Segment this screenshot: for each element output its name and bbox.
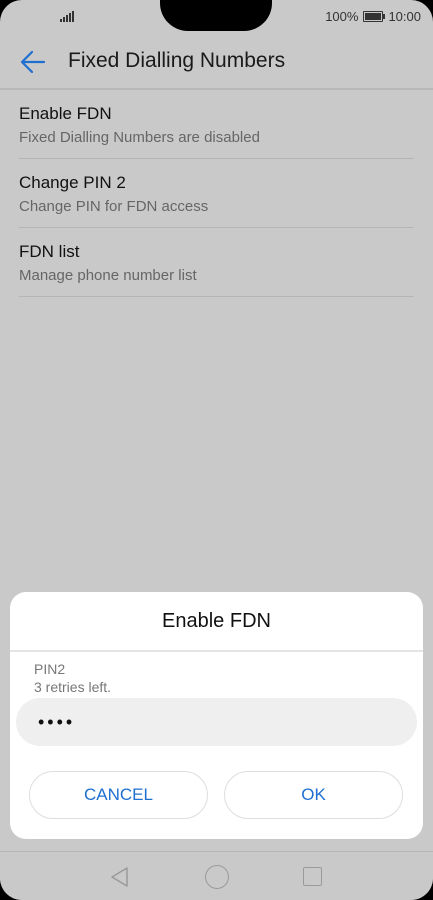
settings-item-title: Change PIN 2 <box>19 173 126 192</box>
nav-back-button[interactable] <box>108 865 132 889</box>
battery-percent: 100% <box>325 9 359 24</box>
dialog-title: Enable FDN <box>10 592 423 652</box>
camera-notch <box>160 0 272 31</box>
settings-item-subtitle: Change PIN for FDN access <box>19 198 209 215</box>
retries-text: 3 retries left. <box>34 679 112 695</box>
navigation-bar <box>0 851 433 900</box>
settings-item-title: FDN list <box>19 242 80 261</box>
arrow-left-icon <box>20 50 46 74</box>
triangle-back-icon <box>111 867 128 887</box>
back-button[interactable] <box>18 48 48 76</box>
status-right: 100% 10:00 <box>325 9 421 24</box>
square-recent-icon[interactable] <box>303 867 322 886</box>
page-title: Fixed Dialling Numbers <box>68 49 286 72</box>
settings-item-fdn-list[interactable]: FDN list Manage phone number list <box>19 228 414 297</box>
settings-item-enable-fdn[interactable]: Enable FDN Fixed Dialling Numbers are di… <box>19 90 414 159</box>
settings-item-change-pin2[interactable]: Change PIN 2 Change PIN for FDN access <box>19 159 414 228</box>
ok-button[interactable]: OK <box>224 771 403 819</box>
clock: 10:00 <box>388 9 421 24</box>
signal-icon <box>60 10 76 22</box>
app-bar: Fixed Dialling Numbers <box>0 34 433 90</box>
cancel-button[interactable]: CANCEL <box>29 771 208 819</box>
battery-icon <box>363 11 386 22</box>
settings-list: Enable FDN Fixed Dialling Numbers are di… <box>19 90 414 297</box>
enable-fdn-dialog: Enable FDN PIN2 3 retries left. •••• CAN… <box>10 592 423 839</box>
settings-item-title: Enable FDN <box>19 104 112 123</box>
phone-screen: 100% 10:00 Fixed Dialling Numbers Enable… <box>0 0 433 900</box>
pin2-input[interactable]: •••• <box>16 698 417 746</box>
pin2-label: PIN2 <box>34 661 66 677</box>
settings-item-subtitle: Fixed Dialling Numbers are disabled <box>19 129 260 146</box>
status-bar: 100% 10:00 <box>0 0 433 34</box>
settings-item-subtitle: Manage phone number list <box>19 267 197 284</box>
circle-home-icon[interactable] <box>205 865 229 889</box>
